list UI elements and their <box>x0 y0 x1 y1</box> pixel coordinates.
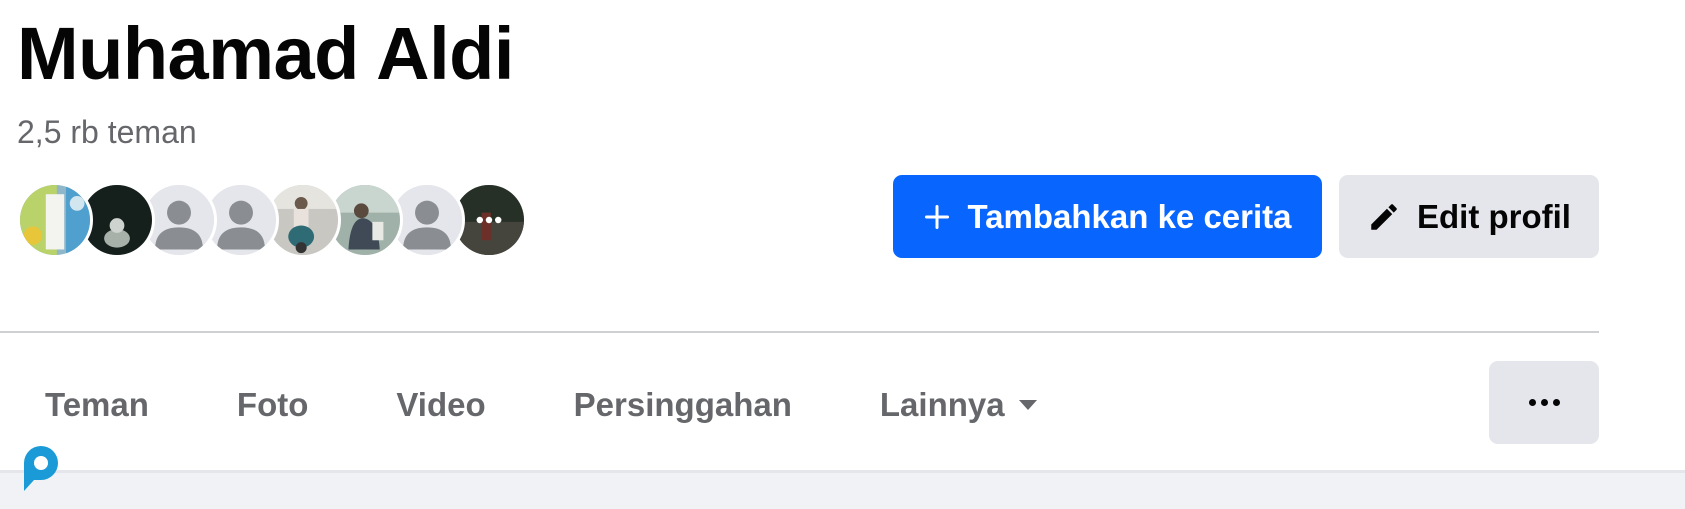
tab-label: Persinggahan <box>573 386 792 423</box>
tab-label: Teman <box>45 386 149 423</box>
tab-lainnya[interactable]: Lainnya <box>836 365 1081 445</box>
more-options-button[interactable] <box>1489 361 1599 444</box>
tab-label: Video <box>396 386 486 423</box>
friend-count-link[interactable]: 2,5 rb teman <box>17 113 197 151</box>
friend-avatar[interactable] <box>17 182 93 258</box>
profile-tabs: Teman Foto Video Persinggahan Lainnya <box>0 365 1081 445</box>
profile-name: Muhamad Aldi <box>17 12 514 95</box>
add-to-story-label: Tambahkan ke cerita <box>967 197 1292 235</box>
pencil-icon <box>1367 200 1401 234</box>
tab-video[interactable]: Video <box>352 365 529 445</box>
feed-background <box>0 473 1685 509</box>
tab-label: Foto <box>236 386 309 423</box>
edit-profile-button[interactable]: Edit profil <box>1339 175 1599 258</box>
tab-foto[interactable]: Foto <box>193 365 352 445</box>
header-divider <box>0 331 1599 333</box>
tab-label: Lainnya <box>879 386 1005 423</box>
edit-profile-label: Edit profil <box>1417 197 1571 235</box>
tab-teman[interactable]: Teman <box>0 365 193 445</box>
add-to-story-button[interactable]: Tambahkan ke cerita <box>893 175 1322 258</box>
more-horizontal-icon <box>1528 399 1560 406</box>
caret-down-icon <box>1018 400 1037 410</box>
plus-icon <box>923 203 951 231</box>
friend-avatars <box>17 182 567 258</box>
tab-persinggahan[interactable]: Persinggahan <box>530 365 836 445</box>
watermark-logo-icon <box>20 443 62 493</box>
